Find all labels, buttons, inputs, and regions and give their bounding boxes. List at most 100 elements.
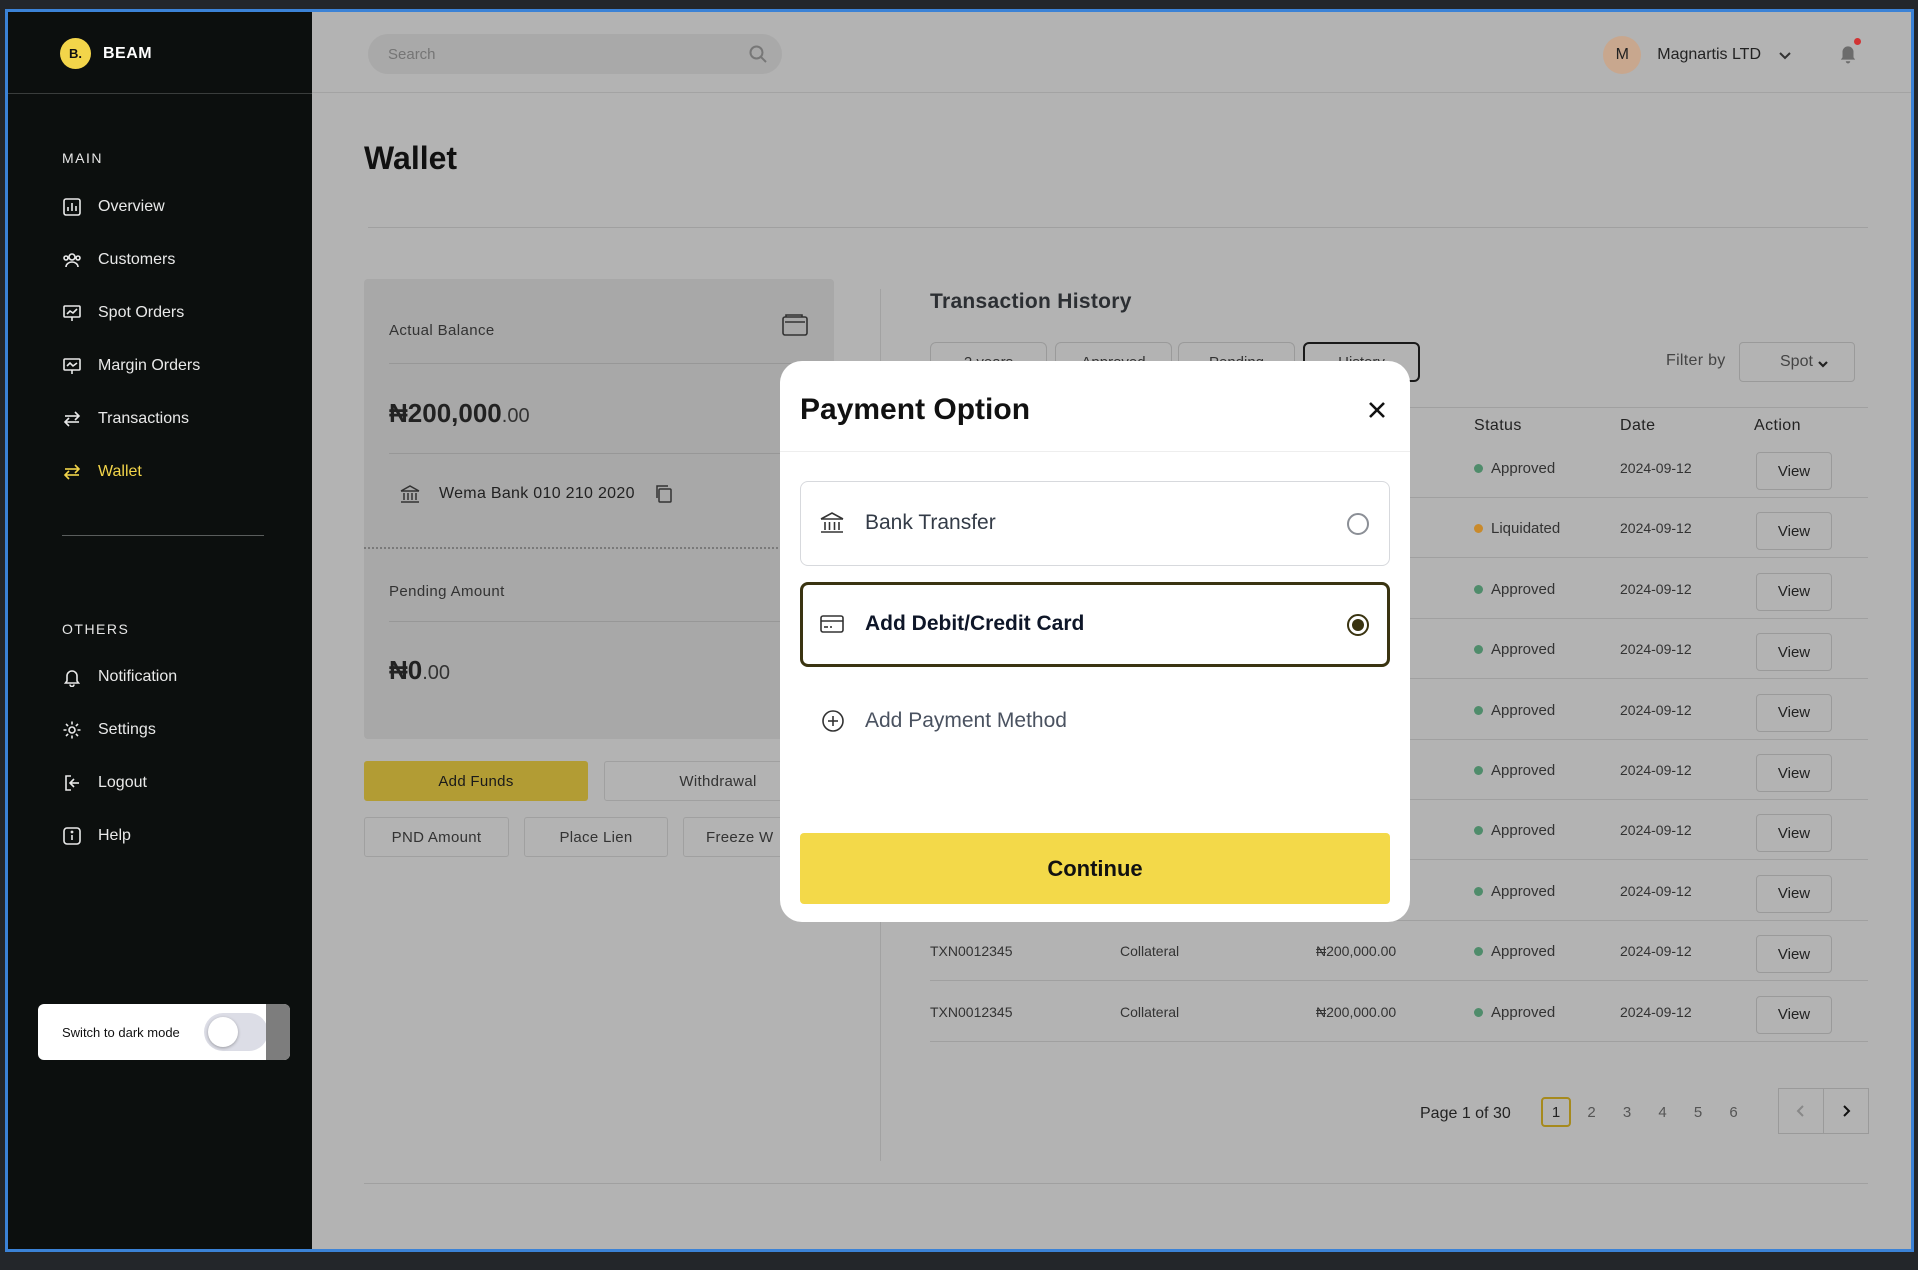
radio-button-selected[interactable] xyxy=(1347,614,1369,636)
filter-select[interactable]: Spot xyxy=(1739,342,1855,382)
view-button[interactable]: View xyxy=(1756,512,1832,551)
brand[interactable]: B. BEAM xyxy=(60,38,152,69)
sidebar-item-notification[interactable]: Notification xyxy=(62,650,177,703)
page-number[interactable]: 3 xyxy=(1612,1097,1642,1127)
sidebar-item-wallet[interactable]: Wallet xyxy=(62,445,200,498)
view-button[interactable]: View xyxy=(1756,452,1832,490)
page-number[interactable]: 5 xyxy=(1683,1097,1713,1127)
chevron-down-icon xyxy=(1818,361,1828,368)
arrows-swap-icon xyxy=(63,410,81,427)
add-payment-method-button[interactable]: Add Payment Method xyxy=(820,708,1067,734)
view-button[interactable]: View xyxy=(1756,633,1832,672)
transaction-amount: ₦200,000.00 xyxy=(1316,943,1397,960)
presentation-chart-icon xyxy=(63,357,81,374)
sidebar-item-help[interactable]: Help xyxy=(62,809,177,862)
view-button[interactable]: View xyxy=(1756,572,1832,611)
sidebar-divider xyxy=(8,93,312,94)
option-bank-transfer[interactable]: Bank Transfer xyxy=(800,481,1390,566)
view-button[interactable]: View xyxy=(1756,754,1832,792)
sidebar-item-label: Help xyxy=(98,826,131,844)
sidebar-item-label: Transactions xyxy=(98,409,189,427)
page-number[interactable]: 1 xyxy=(1541,1097,1571,1127)
sidebar-item-label: Notification xyxy=(98,667,178,685)
actual-balance-decimal: .00 xyxy=(501,405,530,427)
status-text: Approved xyxy=(1491,701,1556,719)
user-name: Magnartis LTD xyxy=(1657,46,1761,63)
view-button[interactable]: View xyxy=(1756,693,1832,732)
view-button[interactable]: View xyxy=(1756,995,1832,1034)
pending-amount: ₦0.00 xyxy=(389,655,450,686)
search-bar[interactable] xyxy=(368,34,782,74)
dark-mode-switch[interactable] xyxy=(204,1013,268,1051)
place-lien-button[interactable]: Place Lien xyxy=(524,817,668,857)
user-menu[interactable]: M Magnartis LTD xyxy=(1603,36,1793,74)
pnd-amount-button[interactable]: PND Amount xyxy=(364,817,509,857)
sidebar-divider xyxy=(62,535,264,536)
topbar: M Magnartis LTD xyxy=(312,12,1911,93)
info-icon xyxy=(63,826,81,845)
copy-icon[interactable] xyxy=(653,483,675,505)
continue-button[interactable]: Continue xyxy=(800,833,1390,904)
transaction-date: 2024-09-12 xyxy=(1620,822,1692,839)
dark-mode-toggle[interactable]: Switch to dark mode xyxy=(38,1004,290,1060)
status-badge: Approved xyxy=(1474,883,1555,900)
divider xyxy=(389,453,809,454)
next-page-button[interactable] xyxy=(1823,1088,1869,1134)
modal-title: Payment Option xyxy=(800,393,1031,426)
sidebar-item-overview[interactable]: Overview xyxy=(62,180,200,233)
avatar: M xyxy=(1603,36,1642,74)
status-dot xyxy=(1474,705,1483,715)
transaction-date: 2024-09-12 xyxy=(1620,943,1692,960)
sidebar-item-spot-orders[interactable]: Spot Orders xyxy=(62,286,200,339)
sidebar-item-label: Overview xyxy=(98,197,165,215)
transaction-history-title: Transaction History xyxy=(930,290,1132,313)
page-number[interactable]: 6 xyxy=(1719,1097,1749,1127)
credit-card-icon xyxy=(819,611,845,637)
view-button[interactable]: View xyxy=(1756,874,1832,913)
sidebar-item-label: Logout xyxy=(98,773,147,791)
filter-value: Spot xyxy=(1780,353,1813,370)
others-nav: Notification Settings Logout Help xyxy=(62,650,177,862)
bank-icon xyxy=(400,485,420,503)
sidebar-item-customers[interactable]: Customers xyxy=(62,233,200,286)
page-number[interactable]: 4 xyxy=(1648,1097,1678,1127)
pending-amount-label: Pending Amount xyxy=(389,583,505,600)
transaction-amount: ₦200,000.00 xyxy=(1316,1003,1397,1020)
notification-bell[interactable] xyxy=(1837,38,1861,64)
page-number[interactable]: 2 xyxy=(1577,1097,1607,1127)
bank-icon xyxy=(819,510,845,536)
status-badge: Approved xyxy=(1474,581,1555,598)
sidebar-item-transactions[interactable]: Transactions xyxy=(62,392,200,445)
view-button[interactable]: View xyxy=(1756,814,1832,853)
sidebar-item-margin-orders[interactable]: Margin Orders xyxy=(62,339,200,392)
transaction-type: Collateral xyxy=(1120,943,1180,960)
page-title: Wallet xyxy=(364,140,458,176)
gear-icon xyxy=(63,721,81,738)
transaction-date: 2024-09-12 xyxy=(1620,520,1692,537)
add-funds-button[interactable]: Add Funds xyxy=(364,761,588,801)
divider xyxy=(780,451,1410,452)
balance-card: Actual Balance ₦200,000.00 Wema Bank 010… xyxy=(364,279,834,739)
option-label: Add Debit/Credit Card xyxy=(865,612,1085,635)
status-dot xyxy=(1474,464,1483,473)
table-row: TXN0012345 Collateral ₦200,000.00 Approved 2… xyxy=(930,982,1868,1042)
section-label-others: OTHERS xyxy=(62,621,130,637)
bank-account: Wema Bank 010 210 2020 xyxy=(399,483,675,505)
status-text: Liquidated xyxy=(1491,520,1561,538)
view-button[interactable]: View xyxy=(1756,935,1832,974)
option-debit-credit-card[interactable]: Add Debit/Credit Card xyxy=(800,582,1390,667)
sidebar-item-label: Margin Orders xyxy=(98,356,201,374)
prev-page-button[interactable] xyxy=(1778,1088,1824,1134)
sidebar-item-settings[interactable]: Settings xyxy=(62,703,177,756)
search-icon[interactable] xyxy=(748,44,768,64)
brand-name: BEAM xyxy=(103,44,153,62)
status-dot xyxy=(1474,1007,1483,1017)
transaction-type: Collateral xyxy=(1120,1003,1180,1020)
close-button[interactable] xyxy=(1364,397,1390,423)
divider xyxy=(389,621,809,622)
sidebar-item-logout[interactable]: Logout xyxy=(62,756,177,809)
notification-dot xyxy=(1854,38,1861,45)
search-input[interactable] xyxy=(388,45,728,63)
actual-balance-amount: ₦200,000.00 xyxy=(389,398,530,429)
radio-button[interactable] xyxy=(1347,513,1369,535)
